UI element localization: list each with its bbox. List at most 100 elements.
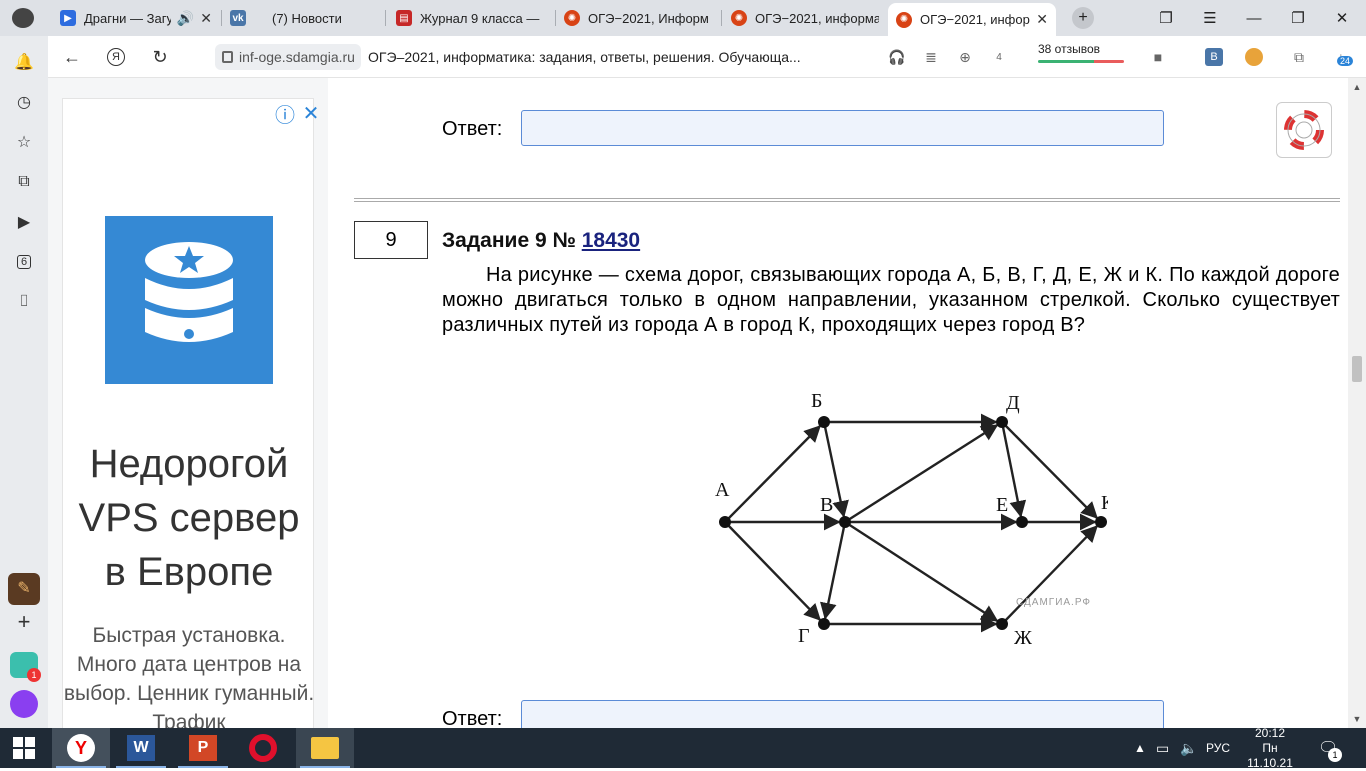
- task-id-link[interactable]: 18430: [582, 229, 640, 252]
- volume-icon[interactable]: 🔈: [1180, 728, 1197, 768]
- page-scrollbar[interactable]: ▲ ▼: [1348, 78, 1366, 728]
- tab-title: Драгни — Загу: [84, 10, 171, 26]
- tab-4[interactable]: ✺ ОГЭ−2021, Информ: [556, 3, 720, 33]
- help-lifebuoy-button[interactable]: [1276, 102, 1332, 158]
- city-node-Б: [818, 416, 830, 428]
- star-icon[interactable]: ☆: [12, 130, 36, 154]
- address-bar: ← Я ↻ inf-oge.sdamgia.ru ОГЭ–2021, инфор…: [48, 36, 1366, 78]
- tab-2[interactable]: vk (7) Новости: [222, 3, 382, 33]
- zoom-icon[interactable]: ⊕: [954, 46, 976, 68]
- pen-app-icon[interactable]: ✎: [8, 573, 40, 605]
- tab-3[interactable]: ▤ Журнал 9 класса —: [388, 3, 556, 33]
- collections-icon[interactable]: ❐: [1144, 0, 1188, 36]
- counter-icon[interactable]: 6: [12, 250, 36, 274]
- messenger-badge: 1: [27, 668, 41, 682]
- play-icon: ▶: [60, 10, 76, 26]
- answer-label: Ответ:: [442, 118, 503, 140]
- close-icon[interactable]: ✕: [200, 10, 212, 27]
- scroll-thumb[interactable]: [1352, 356, 1362, 382]
- taskbar-opera[interactable]: [234, 728, 292, 768]
- folder-icon: [311, 737, 339, 759]
- minimize-button[interactable]: —: [1232, 0, 1276, 36]
- extension-avatar-icon[interactable]: [1243, 46, 1265, 68]
- bell-icon[interactable]: 🔔: [12, 50, 36, 74]
- restore-button[interactable]: ❐: [1276, 0, 1320, 36]
- network-icon[interactable]: ▭: [1156, 728, 1169, 768]
- clock[interactable]: 20:12 Пн 11.10.21: [1238, 726, 1302, 770]
- notifications-badge: 1: [1328, 748, 1342, 762]
- url-text: inf-oge.sdamgia.ru: [239, 49, 355, 65]
- downloads-badge: 24: [1337, 56, 1354, 66]
- info-icon[interactable]: ⓘ: [273, 101, 297, 127]
- language-indicator[interactable]: РУС: [1206, 728, 1230, 768]
- tab-5[interactable]: ✺ ОГЭ−2021, информат: [723, 3, 887, 33]
- task-heading: Задание 9 № 18430: [442, 229, 640, 253]
- city-label-Е: Е: [996, 494, 1008, 516]
- start-button[interactable]: [0, 728, 48, 768]
- city-label-Д: Д: [1006, 392, 1020, 414]
- reviews-widget[interactable]: 38 отзывов: [1038, 42, 1124, 63]
- task-divider: [354, 198, 1340, 202]
- close-window-button[interactable]: ✕: [1320, 0, 1364, 36]
- powerpoint-icon: P: [189, 735, 217, 761]
- city-node-Е: [1016, 516, 1028, 528]
- city-node-Д: [996, 416, 1008, 428]
- task-text: На рисунке — схема дорог, связывающих го…: [442, 264, 1340, 336]
- close-icon[interactable]: ✕: [299, 101, 323, 125]
- tab-title: ОГЭ−2021, инфор: [920, 12, 1030, 27]
- headphones-icon[interactable]: 🎧: [886, 46, 908, 68]
- city-label-В: В: [820, 494, 833, 516]
- url-chip[interactable]: inf-oge.sdamgia.ru: [215, 44, 361, 70]
- tab-bar: ▶ Драгни — Загу 🔊 ✕ vk (7) Новости ▤ Жур…: [0, 0, 1366, 36]
- yandex-button[interactable]: Я: [102, 44, 130, 70]
- collections-toolbar-icon[interactable]: ⧉: [1288, 46, 1310, 68]
- scroll-down-icon[interactable]: ▼: [1352, 714, 1362, 724]
- tray-chevron-icon[interactable]: ▲: [1134, 728, 1146, 768]
- tabs-count-icon[interactable]: 4: [988, 46, 1010, 68]
- new-tab-button[interactable]: +: [1061, 0, 1105, 36]
- add-icon[interactable]: +: [12, 609, 36, 634]
- speaker-icon[interactable]: 🔊: [177, 10, 194, 27]
- city-node-Г: [818, 618, 830, 630]
- page-title[interactable]: ОГЭ–2021, информатика: задания, ответы, …: [368, 44, 801, 70]
- city-label-Б: Б: [811, 390, 822, 412]
- sdamgia-icon: ✺: [896, 11, 912, 28]
- task-number-box: 9: [354, 221, 428, 259]
- opera-icon: [249, 734, 277, 762]
- tabs-count: 4: [996, 51, 1002, 63]
- reader-icon[interactable]: ≣: [920, 46, 942, 68]
- sdamgia-icon: ✺: [564, 10, 580, 26]
- close-icon[interactable]: ✕: [1036, 11, 1048, 28]
- city-label-Г: Г: [798, 625, 810, 647]
- bookmark-icon[interactable]: ■: [1147, 46, 1169, 68]
- yandex-alice-avatar[interactable]: [12, 8, 34, 28]
- taskbar-explorer[interactable]: [296, 728, 354, 768]
- city-node-Ж: [996, 618, 1008, 630]
- task-heading-prefix: Задание 9 №: [442, 229, 576, 252]
- taskbar-powerpoint[interactable]: P: [174, 728, 232, 768]
- menu-icon[interactable]: ☰: [1188, 0, 1232, 36]
- notes-icon[interactable]: ⧉: [12, 170, 36, 194]
- answer-input-task-9[interactable]: [521, 700, 1164, 728]
- browser-sidebar: 🔔 ◷ ☆ ⧉ ▶ 6 ⌷ ✎ + 1: [0, 36, 48, 728]
- taskbar-yandex-browser[interactable]: Y: [52, 728, 110, 768]
- answer-input-task-8[interactable]: [521, 110, 1164, 146]
- tab-title: ОГЭ−2021, Информ: [588, 10, 709, 26]
- reload-button[interactable]: ↻: [146, 44, 174, 70]
- back-button[interactable]: ←: [58, 44, 86, 70]
- road-В-Д: [844, 424, 999, 524]
- word-icon: W: [127, 735, 155, 761]
- road-А-Б: [724, 425, 821, 523]
- ad-banner[interactable]: ⓘ ✕ Недорогой VPS сервер в Европе Быстра…: [62, 98, 319, 738]
- windows-icon: [13, 737, 35, 759]
- tab-1[interactable]: ▶ Драгни — Загу 🔊 ✕: [52, 3, 220, 33]
- taskbar-word[interactable]: W: [112, 728, 170, 768]
- vk-extension-icon[interactable]: B: [1203, 46, 1225, 68]
- tab-6-active[interactable]: ✺ ОГЭ−2021, инфор ✕: [888, 3, 1056, 36]
- video-icon[interactable]: ▶: [12, 210, 36, 234]
- alice-icon[interactable]: [10, 690, 38, 718]
- road-Ж-К: [1001, 525, 1098, 625]
- scroll-up-icon[interactable]: ▲: [1352, 82, 1362, 92]
- camera-icon[interactable]: ⌷: [12, 290, 36, 314]
- history-icon[interactable]: ◷: [12, 90, 36, 114]
